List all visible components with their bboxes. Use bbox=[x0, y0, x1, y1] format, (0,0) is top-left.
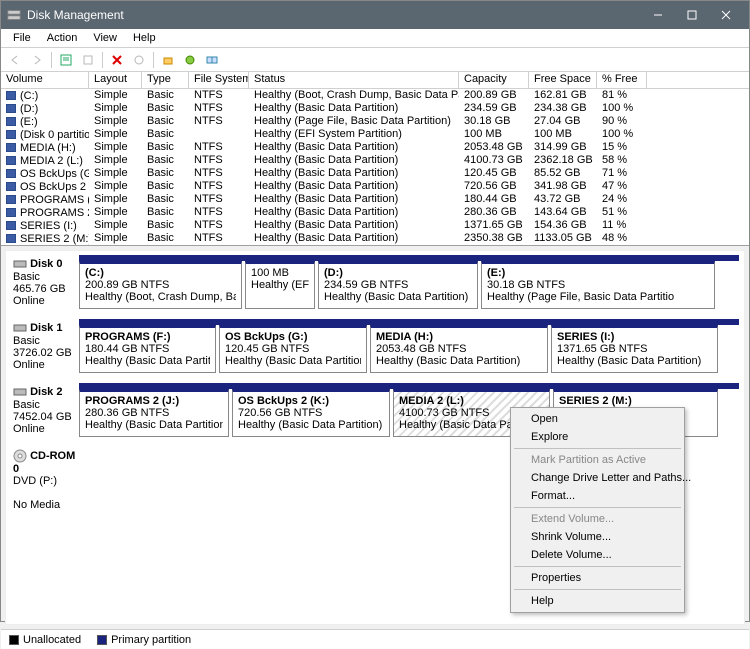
toolbar-btn-7[interactable] bbox=[158, 50, 178, 70]
volume-icon bbox=[6, 143, 16, 152]
partition[interactable]: 100 MBHealthy (EFI Sy bbox=[245, 261, 315, 309]
ctx-divider bbox=[514, 507, 681, 508]
context-menu: Open Explore Mark Partition as Active Ch… bbox=[510, 407, 685, 613]
col-filesystem[interactable]: File System bbox=[189, 72, 249, 88]
col-capacity[interactable]: Capacity bbox=[459, 72, 529, 88]
table-row[interactable]: PROGRAMS (F:) SimpleBasicNTFSHealthy (Ba… bbox=[1, 193, 749, 206]
toolbar-divider bbox=[153, 52, 154, 68]
col-pctfree[interactable]: % Free bbox=[597, 72, 647, 88]
volume-icon bbox=[6, 195, 16, 204]
refresh-button[interactable] bbox=[56, 50, 76, 70]
ctx-extend: Extend Volume... bbox=[513, 510, 682, 528]
volume-icon bbox=[6, 156, 16, 165]
maximize-button[interactable] bbox=[675, 1, 709, 29]
ctx-divider bbox=[514, 566, 681, 567]
partition[interactable]: OS BckUps (G:)120.45 GB NTFSHealthy (Bas… bbox=[219, 325, 367, 373]
toolbar-divider bbox=[102, 52, 103, 68]
ctx-properties[interactable]: Properties bbox=[513, 569, 682, 587]
delete-button[interactable] bbox=[107, 50, 127, 70]
col-status[interactable]: Status bbox=[249, 72, 459, 88]
toolbar-btn-8[interactable] bbox=[180, 50, 200, 70]
volume-icon bbox=[6, 104, 16, 113]
toolbar-divider bbox=[51, 52, 52, 68]
table-row[interactable]: (C:) SimpleBasicNTFSHealthy (Boot, Crash… bbox=[1, 89, 749, 102]
volume-icon bbox=[6, 91, 16, 100]
volume-icon bbox=[6, 182, 16, 191]
partition[interactable]: PROGRAMS 2 (J:)280.36 GB NTFSHealthy (Ba… bbox=[79, 389, 229, 437]
titlebar: Disk Management bbox=[1, 1, 749, 29]
toolbar-btn-4[interactable] bbox=[78, 50, 98, 70]
table-row[interactable]: (Disk 0 partition 2) SimpleBasicHealthy … bbox=[1, 128, 749, 141]
table-row[interactable]: SERIES (I:) SimpleBasicNTFSHealthy (Basi… bbox=[1, 219, 749, 232]
menu-help[interactable]: Help bbox=[125, 30, 164, 46]
partition[interactable]: (E:)30.18 GB NTFSHealthy (Page File, Bas… bbox=[481, 261, 715, 309]
ctx-open[interactable]: Open bbox=[513, 410, 682, 428]
table-row[interactable]: PROGRAMS 2 (J:) SimpleBasicNTFSHealthy (… bbox=[1, 206, 749, 219]
app-icon bbox=[7, 8, 21, 22]
toolbar-btn-9[interactable] bbox=[202, 50, 222, 70]
volume-icon bbox=[6, 234, 16, 243]
volume-icon bbox=[6, 117, 16, 126]
ctx-divider bbox=[514, 589, 681, 590]
volume-icon bbox=[6, 208, 16, 217]
ctx-mark-active: Mark Partition as Active bbox=[513, 451, 682, 469]
disk-0[interactable]: Disk 0Basic465.76 GBOnline(C:)200.89 GB … bbox=[11, 255, 739, 309]
table-row[interactable]: SERIES 2 (M:) SimpleBasicNTFSHealthy (Ba… bbox=[1, 232, 749, 245]
partition[interactable]: SERIES (I:)1371.65 GB NTFSHealthy (Basic… bbox=[551, 325, 718, 373]
table-row[interactable]: MEDIA (H:) SimpleBasicNTFSHealthy (Basic… bbox=[1, 141, 749, 154]
col-volume[interactable]: Volume bbox=[1, 72, 89, 88]
legend: Unallocated Primary partition bbox=[1, 629, 749, 649]
partition[interactable]: (D:)234.59 GB NTFSHealthy (Basic Data Pa… bbox=[318, 261, 478, 309]
ctx-help[interactable]: Help bbox=[513, 592, 682, 610]
forward-button[interactable] bbox=[27, 50, 47, 70]
back-button[interactable] bbox=[5, 50, 25, 70]
menu-action[interactable]: Action bbox=[39, 30, 86, 46]
disk-icon bbox=[13, 321, 27, 335]
table-row[interactable]: (E:) SimpleBasicNTFSHealthy (Page File, … bbox=[1, 115, 749, 128]
partition[interactable]: (C:)200.89 GB NTFSHealthy (Boot, Crash D… bbox=[79, 261, 242, 309]
volume-icon bbox=[6, 169, 16, 178]
ctx-divider bbox=[514, 448, 681, 449]
minimize-button[interactable] bbox=[641, 1, 675, 29]
legend-primary: Primary partition bbox=[97, 634, 191, 646]
col-freespace[interactable]: Free Space bbox=[529, 72, 597, 88]
partition[interactable]: PROGRAMS (F:)180.44 GB NTFSHealthy (Basi… bbox=[79, 325, 216, 373]
menu-view[interactable]: View bbox=[85, 30, 125, 46]
cdrom-icon bbox=[13, 449, 27, 463]
volume-table: Volume Layout Type File System Status Ca… bbox=[1, 72, 749, 246]
partition[interactable]: MEDIA (H:)2053.48 GB NTFSHealthy (Basic … bbox=[370, 325, 548, 373]
volume-icon bbox=[6, 130, 16, 139]
table-row[interactable]: OS BckUps (G:) SimpleBasicNTFSHealthy (B… bbox=[1, 167, 749, 180]
table-row[interactable]: MEDIA 2 (L:) SimpleBasicNTFSHealthy (Bas… bbox=[1, 154, 749, 167]
table-row[interactable]: (D:) SimpleBasicNTFSHealthy (Basic Data … bbox=[1, 102, 749, 115]
ctx-format[interactable]: Format... bbox=[513, 487, 682, 505]
ctx-delete[interactable]: Delete Volume... bbox=[513, 546, 682, 564]
toolbar-btn-6[interactable] bbox=[129, 50, 149, 70]
legend-unallocated: Unallocated bbox=[9, 634, 81, 646]
menubar: File Action View Help bbox=[1, 29, 749, 48]
toolbar bbox=[1, 48, 749, 72]
col-type[interactable]: Type bbox=[142, 72, 189, 88]
disk-icon bbox=[13, 257, 27, 271]
cdrom-drive: DVD (P:) bbox=[13, 475, 57, 487]
ctx-shrink[interactable]: Shrink Volume... bbox=[513, 528, 682, 546]
disk-icon bbox=[13, 385, 27, 399]
ctx-explore[interactable]: Explore bbox=[513, 428, 682, 446]
cdrom-state: No Media bbox=[13, 499, 60, 511]
disk-1[interactable]: Disk 1Basic3726.02 GBOnlinePROGRAMS (F:)… bbox=[11, 319, 739, 373]
col-layout[interactable]: Layout bbox=[89, 72, 142, 88]
partition[interactable]: OS BckUps 2 (K:)720.56 GB NTFSHealthy (B… bbox=[232, 389, 390, 437]
table-header: Volume Layout Type File System Status Ca… bbox=[1, 72, 749, 89]
close-button[interactable] bbox=[709, 1, 743, 29]
ctx-change-letter[interactable]: Change Drive Letter and Paths... bbox=[513, 469, 682, 487]
table-row[interactable]: OS BckUps 2 (K:) SimpleBasicNTFSHealthy … bbox=[1, 180, 749, 193]
menu-file[interactable]: File bbox=[5, 30, 39, 46]
window-title: Disk Management bbox=[27, 8, 641, 22]
volume-icon bbox=[6, 221, 16, 230]
